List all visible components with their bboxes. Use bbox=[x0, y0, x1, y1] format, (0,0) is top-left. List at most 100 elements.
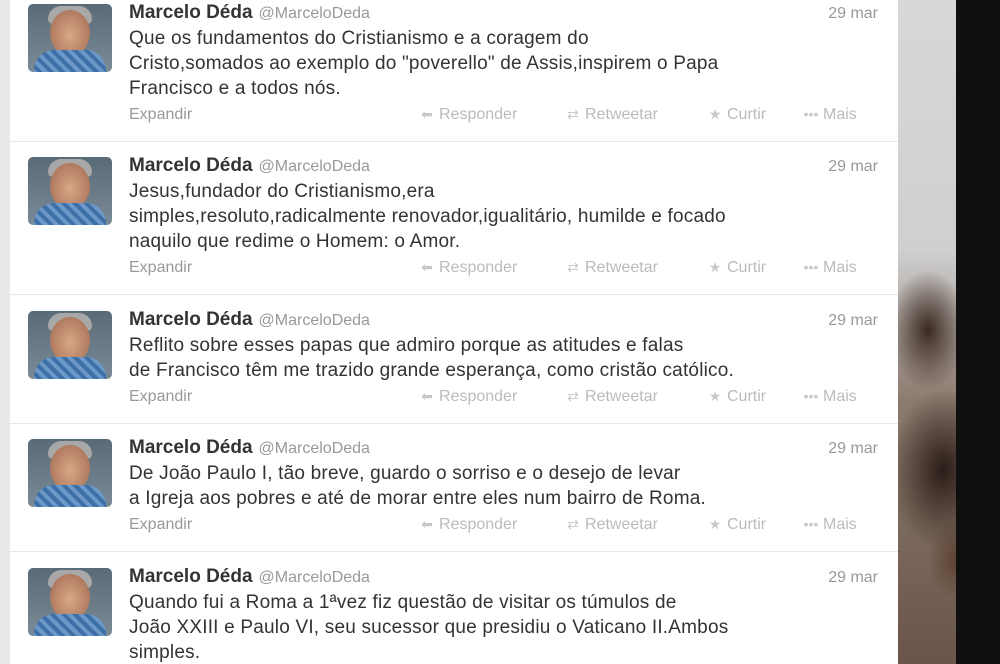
tweet-header: Marcelo Déda @MarceloDeda 29 mar bbox=[129, 437, 878, 459]
tweet-text-line: Cristo,somados ao exemplo do "poverello"… bbox=[129, 53, 719, 74]
reply-button[interactable]: ⬅ Responder bbox=[419, 388, 517, 406]
star-icon: ★ bbox=[708, 388, 722, 404]
author-name[interactable]: Marcelo Déda bbox=[129, 437, 253, 458]
tweet-text-line: a Igreja aos pobres e até de morar entre… bbox=[129, 488, 706, 509]
author-name[interactable]: Marcelo Déda bbox=[129, 155, 253, 176]
tweet[interactable]: Marcelo Déda @MarceloDeda 29 mar De João … bbox=[10, 435, 898, 552]
retweet-label: Retweetar bbox=[585, 106, 658, 123]
tweet-text: De João Paulo I, tão breve, guardo o sor… bbox=[129, 461, 889, 511]
tweet-date[interactable]: 29 mar bbox=[828, 569, 878, 587]
tweet-timeline: Marcelo Déda @MarceloDeda 29 mar Que os f… bbox=[10, 0, 898, 664]
avatar[interactable] bbox=[28, 157, 112, 225]
background-left bbox=[0, 0, 10, 664]
reply-button[interactable]: ⬅ Responder bbox=[419, 259, 517, 277]
expand-link[interactable]: Expandir bbox=[129, 388, 192, 406]
tweet[interactable]: Marcelo Déda @MarceloDeda 29 mar Que os f… bbox=[10, 0, 898, 142]
retweet-label: Retweetar bbox=[585, 259, 658, 276]
background-photo bbox=[898, 0, 1000, 664]
tweet[interactable]: Marcelo Déda @MarceloDeda 29 mar Quando f… bbox=[10, 564, 898, 664]
reply-label: Responder bbox=[439, 388, 518, 405]
tweet-text-line: simples,resoluto,radicalmente renovador,… bbox=[129, 206, 726, 227]
reply-button[interactable]: ⬅ Responder bbox=[419, 106, 517, 124]
author-name[interactable]: Marcelo Déda bbox=[129, 309, 253, 330]
retweet-button[interactable]: ⇄ Retweetar bbox=[565, 106, 658, 124]
avatar-shirt bbox=[34, 50, 106, 72]
avatar-shirt bbox=[34, 203, 106, 225]
tweet-text-line: Francisco e a todos nós. bbox=[129, 78, 341, 99]
retweet-button[interactable]: ⇄ Retweetar bbox=[565, 259, 658, 277]
reply-label: Responder bbox=[439, 106, 518, 123]
tweet-text: Jesus,fundador do Cristianismo,era simpl… bbox=[129, 179, 889, 254]
retweet-icon: ⇄ bbox=[567, 259, 579, 275]
tweet-actions: Expandir ⬅ Responder ⇄ Retweetar ★ Curtir •… bbox=[129, 259, 878, 281]
reply-arrow-icon: ⬅ bbox=[421, 388, 433, 404]
tweet-date[interactable]: 29 mar bbox=[828, 312, 878, 330]
favorite-label: Curtir bbox=[727, 516, 767, 533]
tweet[interactable]: Marcelo Déda @MarceloDeda 29 mar Jesus,fu… bbox=[10, 153, 898, 295]
author-handle[interactable]: @MarceloDeda bbox=[259, 312, 370, 329]
ellipsis-icon: ••• bbox=[803, 106, 819, 122]
author-handle[interactable]: @MarceloDeda bbox=[259, 569, 370, 586]
favorite-button[interactable]: ★ Curtir bbox=[707, 106, 766, 124]
retweet-button[interactable]: ⇄ Retweetar bbox=[565, 516, 658, 534]
tweet[interactable]: Marcelo Déda @MarceloDeda 29 mar Reflito … bbox=[10, 307, 898, 424]
author-name[interactable]: Marcelo Déda bbox=[129, 2, 253, 23]
avatar[interactable] bbox=[28, 439, 112, 507]
favorite-button[interactable]: ★ Curtir bbox=[707, 516, 766, 534]
favorite-label: Curtir bbox=[727, 259, 767, 276]
more-button[interactable]: ••• Mais bbox=[803, 516, 857, 534]
avatar[interactable] bbox=[28, 311, 112, 379]
more-button[interactable]: ••• Mais bbox=[803, 106, 857, 124]
avatar-shirt bbox=[34, 485, 106, 507]
author-handle[interactable]: @MarceloDeda bbox=[259, 5, 370, 22]
tweet-header: Marcelo Déda @MarceloDeda 29 mar bbox=[129, 155, 878, 177]
author-handle[interactable]: @MarceloDeda bbox=[259, 440, 370, 457]
tweet-date[interactable]: 29 mar bbox=[828, 158, 878, 176]
retweet-icon: ⇄ bbox=[567, 388, 579, 404]
avatar-shirt bbox=[34, 357, 106, 379]
tweet-text-line: de Francisco têm me trazido grande esper… bbox=[129, 360, 734, 381]
reply-button[interactable]: ⬅ Responder bbox=[419, 516, 517, 534]
more-label: Mais bbox=[823, 516, 857, 533]
avatar[interactable] bbox=[28, 4, 112, 72]
tweet-header: Marcelo Déda @MarceloDeda 29 mar bbox=[129, 309, 878, 331]
avatar-shirt bbox=[34, 614, 106, 636]
favorite-button[interactable]: ★ Curtir bbox=[707, 388, 766, 406]
more-button[interactable]: ••• Mais bbox=[803, 388, 857, 406]
tweet-header: Marcelo Déda @MarceloDeda 29 mar bbox=[129, 2, 878, 24]
star-icon: ★ bbox=[708, 516, 722, 532]
tweet-text-line: Reflito sobre esses papas que admiro por… bbox=[129, 335, 684, 356]
author-name[interactable]: Marcelo Déda bbox=[129, 566, 253, 587]
author-handle[interactable]: @MarceloDeda bbox=[259, 158, 370, 175]
tweet-text-line: Que os fundamentos do Cristianismo e a c… bbox=[129, 28, 589, 49]
avatar[interactable] bbox=[28, 568, 112, 636]
tweet-text-line: naquilo que redime o Homem: o Amor. bbox=[129, 231, 461, 252]
reply-arrow-icon: ⬅ bbox=[421, 106, 433, 122]
more-label: Mais bbox=[823, 388, 857, 405]
more-label: Mais bbox=[823, 106, 857, 123]
expand-link[interactable]: Expandir bbox=[129, 106, 192, 124]
reply-arrow-icon: ⬅ bbox=[421, 516, 433, 532]
tweet-date[interactable]: 29 mar bbox=[828, 440, 878, 458]
favorite-button[interactable]: ★ Curtir bbox=[707, 259, 766, 277]
retweet-icon: ⇄ bbox=[567, 516, 579, 532]
expand-link[interactable]: Expandir bbox=[129, 259, 192, 277]
favorite-label: Curtir bbox=[727, 106, 767, 123]
tweet-header: Marcelo Déda @MarceloDeda 29 mar bbox=[129, 566, 878, 588]
tweet-date[interactable]: 29 mar bbox=[828, 5, 878, 23]
tweet-text: Reflito sobre esses papas que admiro por… bbox=[129, 333, 889, 383]
tweet-text-line: Jesus,fundador do Cristianismo,era bbox=[129, 181, 435, 202]
retweet-button[interactable]: ⇄ Retweetar bbox=[565, 388, 658, 406]
retweet-label: Retweetar bbox=[585, 516, 658, 533]
star-icon: ★ bbox=[708, 106, 722, 122]
background-dark-strip bbox=[956, 0, 1000, 664]
ellipsis-icon: ••• bbox=[803, 388, 819, 404]
expand-link[interactable]: Expandir bbox=[129, 516, 192, 534]
tweet-text-line: Quando fui a Roma a 1ªvez fiz questão de… bbox=[129, 592, 677, 613]
tweet-text-line: simples. bbox=[129, 642, 201, 663]
more-button[interactable]: ••• Mais bbox=[803, 259, 857, 277]
favorite-label: Curtir bbox=[727, 388, 767, 405]
reply-label: Responder bbox=[439, 259, 518, 276]
tweet-actions: Expandir ⬅ Responder ⇄ Retweetar ★ Curtir •… bbox=[129, 516, 878, 538]
star-icon: ★ bbox=[708, 259, 722, 275]
